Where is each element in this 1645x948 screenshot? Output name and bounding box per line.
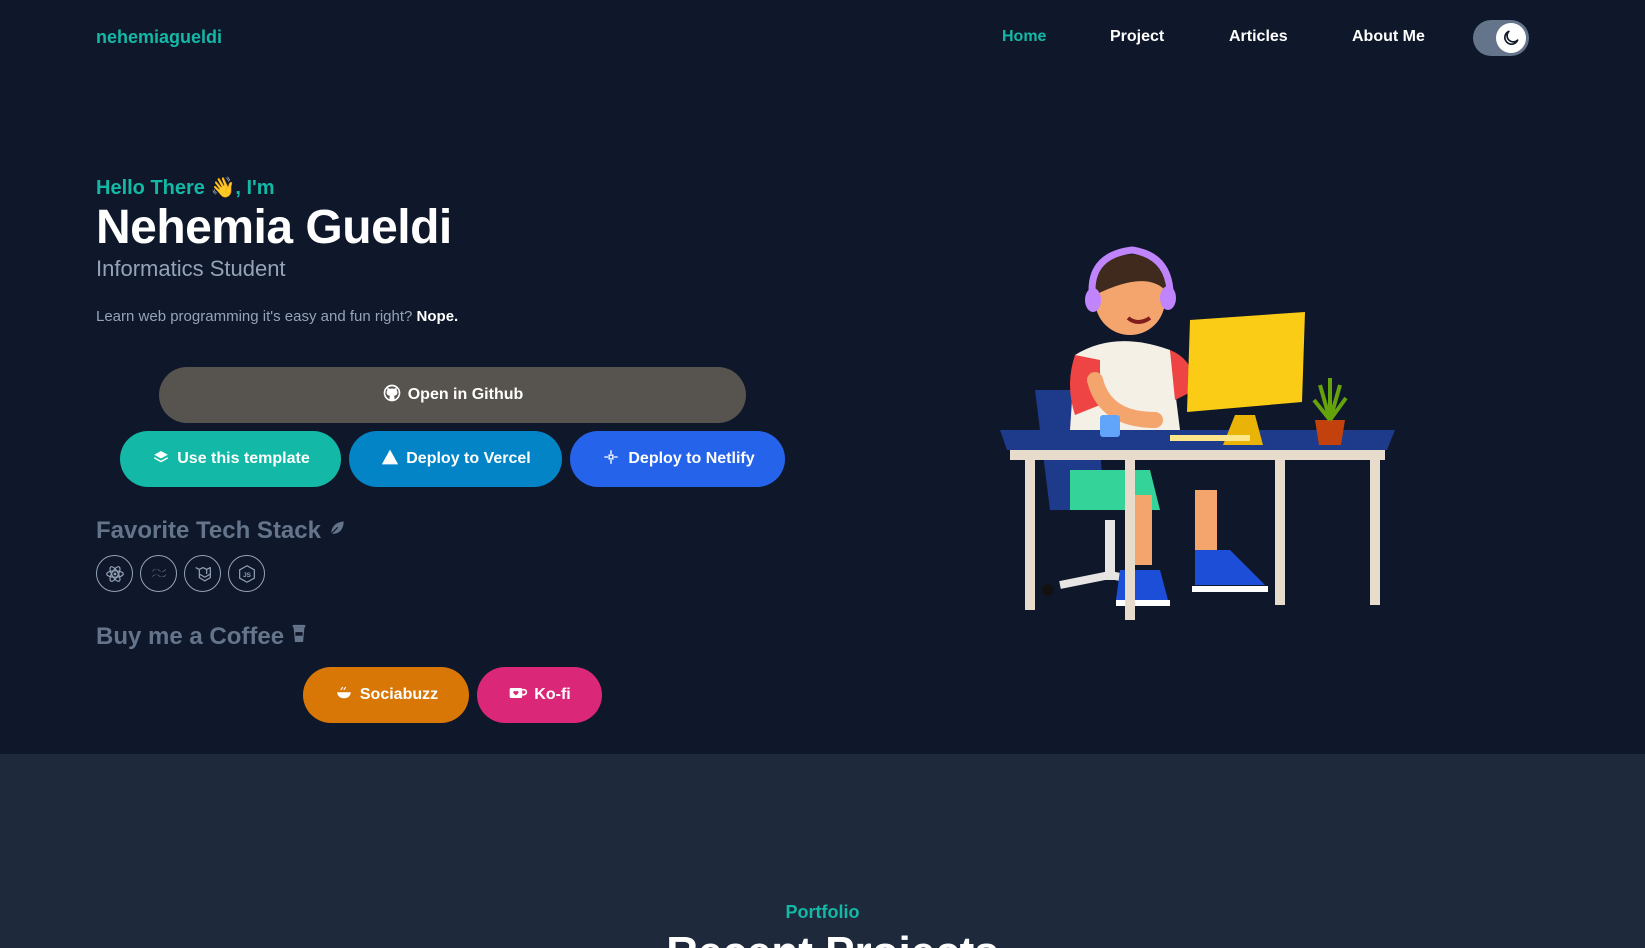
template-button-label: Use this template [177,450,310,467]
coffee-title: Buy me a Coffee [96,622,285,650]
tech-stack-title: Favorite Tech Stack [96,517,321,544]
svg-text:JS: JS [243,571,252,578]
layers-icon [151,448,171,471]
nav-link-project[interactable]: Project [1110,28,1164,46]
tagline-text: Learn web programming it's easy and fun … [96,308,413,325]
recent-projects-title: Recent Projects [0,928,1645,948]
tailwind-icon [140,555,177,592]
use-template-button[interactable]: Use this template [120,431,341,487]
kofi-cup-icon [508,684,528,707]
hero-tagline: Learn web programming it's easy and fun … [96,308,458,325]
nav-link-articles[interactable]: Articles [1229,28,1288,46]
kofi-button[interactable]: Ko-fi [477,667,602,723]
bowl-icon [334,684,354,707]
tech-stack-heading: Favorite Tech Stack [96,517,347,545]
react-icon [96,555,133,592]
vercel-button-label: Deploy to Vercel [406,450,531,467]
sociabuzz-button[interactable]: Sociabuzz [303,667,469,723]
deploy-netlify-button[interactable]: Deploy to Netlify [570,431,785,487]
github-button-label: Open in Github [407,386,524,403]
theme-toggle[interactable] [1473,20,1529,56]
moon-icon [1496,23,1526,53]
developer-at-desk-illustration [1000,246,1395,620]
nav-link-home[interactable]: Home [1002,28,1046,46]
netlify-icon [600,448,622,471]
tagline-emphasis: Nope. [416,308,459,325]
github-icon [382,383,402,408]
vercel-triangle-icon [380,448,400,471]
hero-role: Informatics Student [96,256,286,281]
portfolio-eyebrow: Portfolio [785,902,860,922]
hero-greeting: Hello There 👋, I'm [96,177,275,199]
sociabuzz-label: Sociabuzz [359,686,439,703]
leaf-icon [327,517,347,545]
nodejs-icon: JS [228,555,265,592]
deploy-vercel-button[interactable]: Deploy to Vercel [349,431,562,487]
laravel-icon [184,555,221,592]
open-in-github-button[interactable]: Open in Github [159,367,746,423]
nav-link-about-me[interactable]: About Me [1352,28,1425,46]
tech-stack-icons: JS [96,555,265,592]
coffee-heading: Buy me a Coffee [96,622,308,651]
netlify-button-label: Deploy to Netlify [628,450,755,467]
coffee-cup-icon [290,622,308,651]
brand-logo-link[interactable]: nehemiagueldi [96,27,222,48]
top-navbar: nehemiagueldi Home Project Articles Abou… [0,0,1645,76]
hero-name: Nehemia Gueldi [96,201,452,254]
kofi-label: Ko-fi [534,686,571,703]
